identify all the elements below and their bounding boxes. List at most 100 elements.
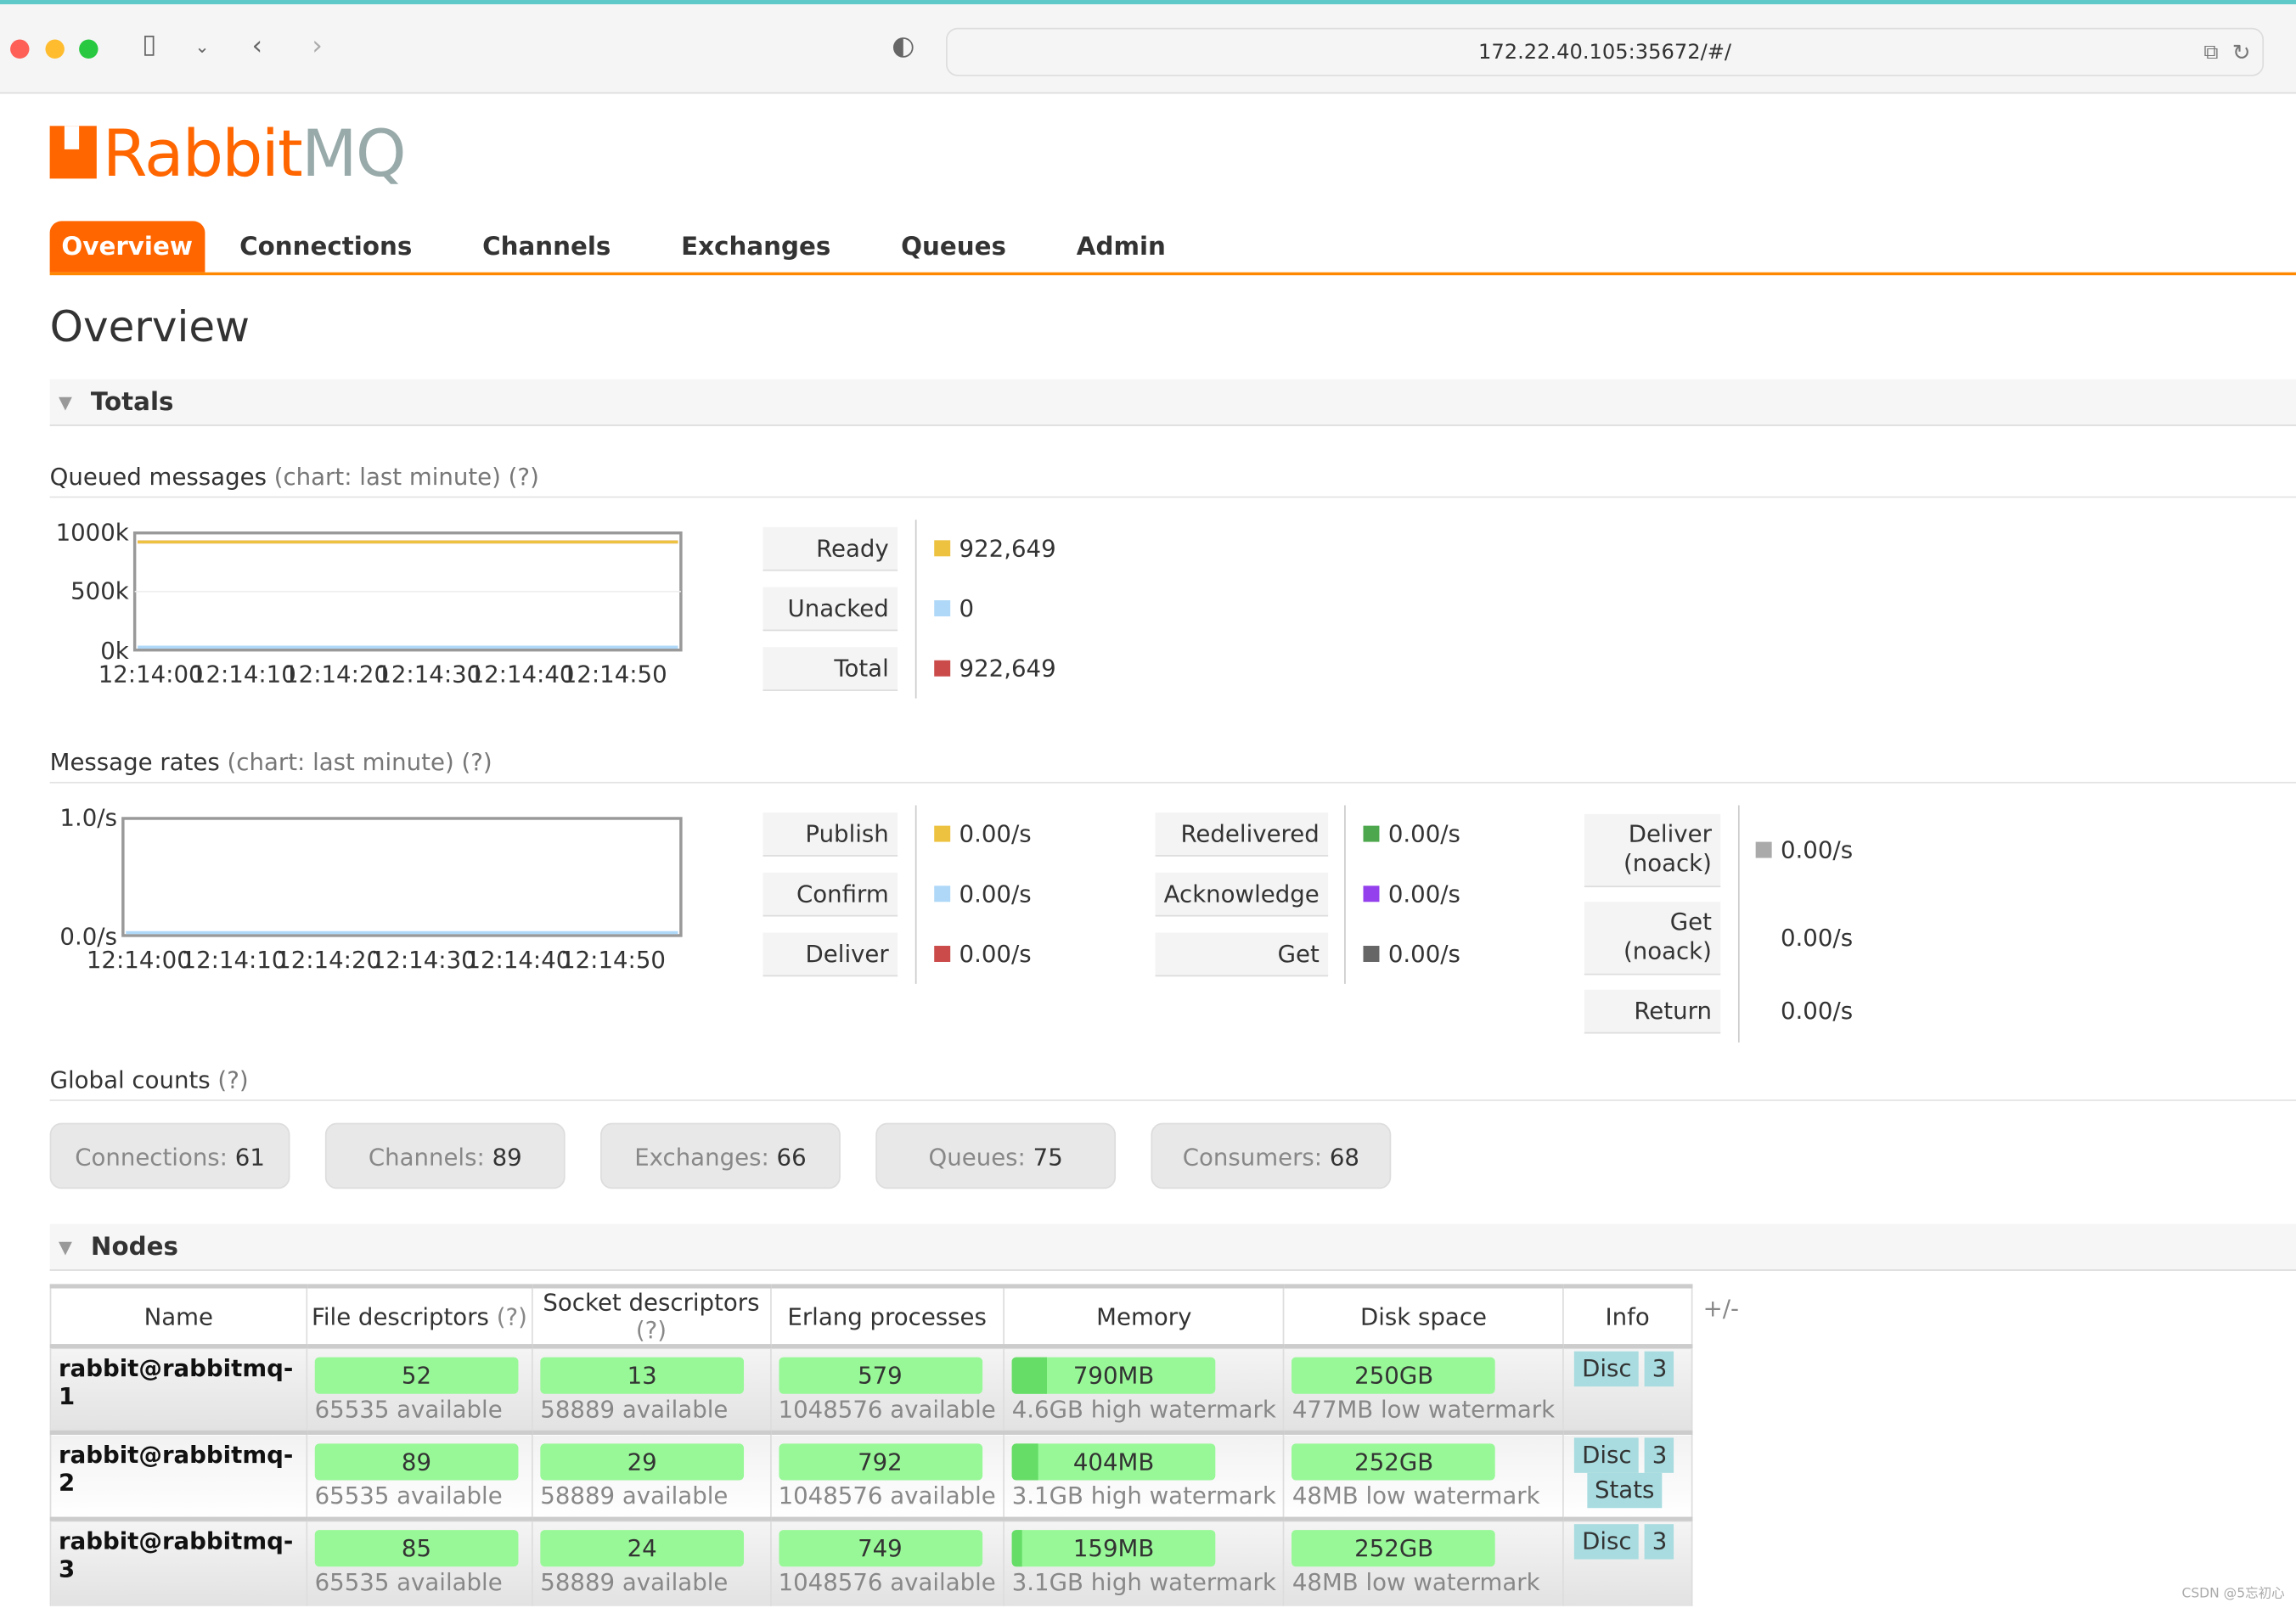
global-count-queues[interactable]: Queues: 75	[875, 1122, 1117, 1189]
tab-queues[interactable]: Queues	[866, 221, 1042, 272]
info-tag-disc: Disc	[1574, 1437, 1640, 1473]
color-swatch-icon	[934, 600, 951, 617]
help-hint[interactable]: (?)	[497, 1302, 527, 1330]
queued-messages-chart: 0k500k1000k12:14:0012:14:1012:14:2012:14…	[56, 518, 683, 689]
disk-space-bar: 250GB	[1292, 1357, 1496, 1394]
tab-overview[interactable]: Overview	[49, 221, 205, 273]
totals-section-header[interactable]: ▼ Totals	[49, 379, 2296, 426]
heading-text: Message rates	[49, 748, 220, 776]
socket-descriptors-bar: 13	[540, 1357, 744, 1394]
x-tick-label: 12:14:30	[376, 661, 481, 689]
heading-text: Global counts	[49, 1065, 211, 1094]
color-swatch-icon	[934, 825, 951, 842]
legend-value: 922,649	[934, 647, 1056, 691]
rate-label: Redelivered	[1155, 812, 1329, 857]
rabbitmq-logo[interactable]: RabbitMQ	[49, 116, 407, 192]
file-descriptors-cell: 89 65535 available	[306, 1430, 533, 1520]
nodes-section-header[interactable]: ▼ Nodes	[49, 1223, 2296, 1271]
info-tag-stats: Stats	[1587, 1472, 1663, 1509]
x-tick-label: 12:14:40	[470, 661, 575, 689]
count-value: 89	[492, 1143, 522, 1172]
rate-value: 0.00/s	[934, 933, 1032, 977]
rate-label: Deliver (noack)	[1584, 813, 1721, 888]
global-count-channels[interactable]: Channels: 89	[324, 1122, 566, 1189]
value-text: 0.00/s	[959, 819, 1032, 848]
tab-connections[interactable]: Connections	[205, 221, 447, 272]
shield-icon[interactable]: ◐	[892, 31, 914, 61]
file-descriptors-value: 85	[401, 1534, 431, 1563]
value-text: 0.00/s	[1780, 997, 1854, 1026]
page-title: Overview	[49, 301, 250, 351]
erlang-processes-limit: 1048576 available	[778, 1567, 996, 1596]
erlang-processes-value: 792	[858, 1448, 903, 1476]
help-hint[interactable]: (chart: last minute) (?)	[228, 748, 492, 776]
sidebar-toggle-icon[interactable]: ▯	[142, 29, 156, 59]
address-bar[interactable]: 172.22.40.105:35672/#/ ⧉ ↻	[946, 27, 2265, 77]
color-swatch-icon	[934, 540, 951, 557]
x-tick-label: 12:14:10	[182, 946, 287, 974]
help-hint[interactable]: (?)	[217, 1065, 248, 1094]
count-label: Consumers:	[1182, 1143, 1323, 1172]
x-tick-label: 12:14:00	[98, 661, 204, 689]
rate-value: 0.00/s	[1755, 829, 1853, 873]
info-tag-disc: Disc	[1574, 1351, 1640, 1387]
x-tick-label: 12:14:20	[276, 946, 381, 974]
logo-text: Rabbit	[102, 116, 303, 192]
rate-value: 0.00/s	[1363, 933, 1460, 977]
info-cell: Disc 3	[1562, 1344, 1693, 1433]
logo-text-mq: MQ	[301, 116, 406, 192]
translate-icon[interactable]: ⧉	[2203, 29, 2218, 77]
divider	[914, 520, 917, 699]
col-erlang-processes: Erlang processes	[769, 1284, 1005, 1347]
socket-descriptors-cell: 13 58889 available	[531, 1344, 771, 1433]
heading-text: Queued messages	[49, 462, 267, 491]
main-nav: Overview Connections Channels Exchanges …	[49, 221, 2296, 276]
disk-space-bar: 252GB	[1292, 1443, 1496, 1481]
file-descriptors-cell: 85 65535 available	[306, 1516, 533, 1605]
count-value: 66	[776, 1143, 807, 1172]
node-name-link[interactable]: rabbit@rabbitmq-3	[49, 1516, 307, 1605]
table-row: rabbit@rabbitmq-2 89 65535 available 29 588…	[49, 1430, 1693, 1520]
socket-descriptors-limit: 58889 available	[540, 1395, 729, 1424]
global-count-connections[interactable]: Connections: 61	[49, 1122, 290, 1189]
value-text: 0.00/s	[1387, 880, 1460, 908]
col-file-descriptors: File descriptors (?)	[306, 1284, 533, 1347]
forward-icon[interactable]: ›	[312, 31, 322, 61]
node-name-link[interactable]: rabbit@rabbitmq-2	[49, 1430, 307, 1520]
columns-toggle[interactable]: +/-	[1703, 1294, 1739, 1322]
minimize-window-button[interactable]	[45, 39, 65, 59]
x-tick-label: 12:14:10	[191, 661, 296, 689]
reload-icon[interactable]: ↻	[2232, 29, 2251, 77]
global-counts-heading: Global counts (?)	[49, 1065, 2296, 1101]
x-tick-label: 12:14:40	[465, 946, 571, 974]
x-tick-label: 12:14:20	[284, 661, 389, 689]
memory-cell: 404MB 3.1GB high watermark	[1003, 1430, 1286, 1520]
global-count-consumers[interactable]: Consumers: 68	[1151, 1122, 1392, 1189]
close-window-button[interactable]	[10, 39, 30, 59]
color-swatch-icon	[934, 886, 951, 902]
x-tick-label: 12:14:30	[371, 946, 476, 974]
back-icon[interactable]: ‹	[252, 31, 262, 61]
maximize-window-button[interactable]	[79, 39, 98, 59]
tab-exchanges[interactable]: Exchanges	[646, 221, 866, 272]
tab-admin[interactable]: Admin	[1041, 221, 1201, 272]
global-count-exchanges[interactable]: Exchanges: 66	[600, 1122, 841, 1189]
disk-space-limit: 48MB low watermark	[1292, 1567, 1540, 1596]
help-hint[interactable]: (?)	[636, 1316, 667, 1344]
color-swatch-icon	[1363, 825, 1380, 842]
file-descriptors-value: 89	[401, 1448, 431, 1476]
help-hint[interactable]: (chart: last minute) (?)	[274, 463, 539, 491]
node-name-link[interactable]: rabbit@rabbitmq-1	[49, 1344, 307, 1433]
legend-value: 0	[934, 588, 974, 632]
header-text: Socket descriptors	[543, 1288, 760, 1317]
memory-value: 790MB	[1072, 1361, 1155, 1390]
color-swatch-icon	[1756, 930, 1772, 946]
table-row: rabbit@rabbitmq-1 52 65535 available 13 588…	[49, 1344, 1693, 1433]
count-label: Queues:	[928, 1143, 1026, 1172]
rate-label: Get	[1155, 932, 1329, 977]
tab-channels[interactable]: Channels	[447, 221, 646, 272]
chevron-down-icon[interactable]: ⌄	[194, 37, 209, 57]
erlang-processes-cell: 749 1048576 available	[769, 1516, 1005, 1605]
memory-cell: 790MB 4.6GB high watermark	[1003, 1344, 1286, 1433]
color-swatch-icon	[1363, 886, 1380, 902]
